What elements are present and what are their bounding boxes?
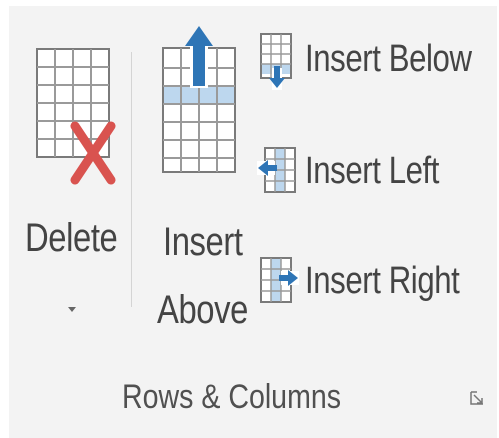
insert-above-button[interactable]: Insert Above [149,20,249,340]
insert-right-button[interactable]: Insert Right [255,246,485,326]
insert-column-right-icon [260,257,299,303]
delete-button[interactable]: Delete [17,36,127,336]
insert-below-label: Insert Below [305,38,472,80]
insert-below-button[interactable]: Insert Below [255,28,485,108]
rows-columns-ribbon-group: Delete Insert Above Insert Below Insert … [9,6,497,438]
chevron-down-icon [68,307,76,312]
delete-label: Delete [25,216,118,260]
insert-left-label: Insert Left [305,150,440,192]
group-label: Rows & Columns [122,378,342,416]
insert-row-below-icon [260,33,292,90]
insert-column-left-icon [257,147,296,193]
insert-above-label-line1: Insert [163,220,243,264]
insert-row-above-icon [162,26,236,173]
insert-above-label-line2: Above [157,288,248,332]
insert-right-label: Insert Right [305,260,460,302]
dialog-launcher-icon [470,391,483,405]
group-divider [131,52,132,307]
delete-table-icon [36,48,116,185]
insert-left-button[interactable]: Insert Left [255,138,485,218]
dialog-launcher-button[interactable] [465,386,489,410]
